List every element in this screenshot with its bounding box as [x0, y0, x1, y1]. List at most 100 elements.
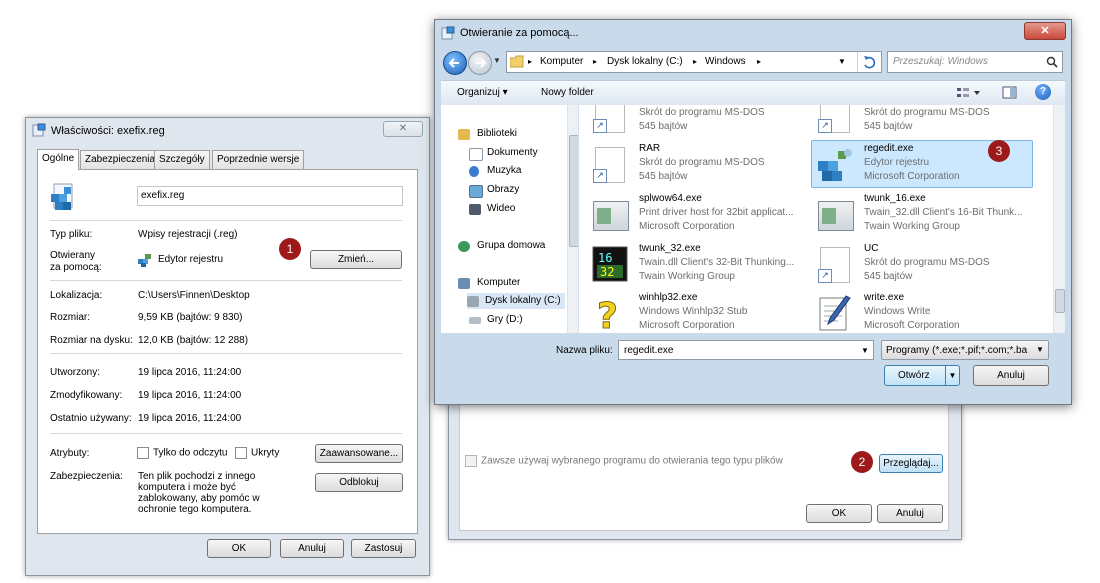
- recent-dropdown-icon[interactable]: ▼: [493, 56, 501, 65]
- readonly-checkbox[interactable]: Tylko do odczytu: [137, 447, 227, 459]
- properties-close-button[interactable]: ✕: [383, 121, 423, 137]
- tab-previous-versions[interactable]: Poprzednie wersje: [212, 150, 305, 169]
- filename-dropdown-icon[interactable]: ▼: [861, 346, 869, 355]
- opens-with-value: Edytor rejestru: [158, 254, 224, 265]
- advanced-button[interactable]: Zaawansowane...: [315, 444, 403, 463]
- nav-documents[interactable]: Dokumenty: [469, 145, 538, 161]
- file-detail: 545 bajtów: [639, 171, 688, 182]
- filetype-select[interactable]: Programy (*.exe;*.pif;*.com;*.ba ▼: [881, 340, 1049, 360]
- file-item-rar[interactable]: ↗ RAR Skrót do programu MS-DOS 545 bajtó…: [591, 141, 811, 187]
- tab-details[interactable]: Szczegóły: [154, 150, 210, 169]
- nav-libraries[interactable]: Biblioteki: [458, 126, 517, 142]
- file-name-field[interactable]: exefix.reg: [137, 186, 403, 206]
- location-value: C:\Users\Finnen\Desktop: [138, 290, 250, 301]
- help-icon[interactable]: ?: [1035, 84, 1051, 100]
- open-with-cancel-button[interactable]: Anuluj: [877, 504, 943, 523]
- breadcrumb-windows[interactable]: Windows: [705, 56, 746, 67]
- browse-button[interactable]: Przeglądaj...: [879, 454, 943, 473]
- open-dialog-close-button[interactable]: ✕: [1024, 22, 1066, 40]
- nav-scrollbar[interactable]: [567, 105, 578, 333]
- back-button[interactable]: [443, 51, 467, 75]
- file-description: Skrót do programu MS-DOS: [864, 107, 990, 118]
- address-bar[interactable]: ▸ Komputer ▸ Dysk lokalny (C:) ▸ Windows…: [506, 51, 882, 73]
- breadcrumb-computer[interactable]: Komputer: [540, 56, 583, 67]
- hidden-label: Ukryty: [251, 447, 280, 459]
- nav-homegroup[interactable]: Grupa domowa: [458, 238, 545, 254]
- file-item-uc[interactable]: ↗ UC Skrót do programu MS-DOS 545 bajtów: [816, 241, 1036, 287]
- properties-cancel-button[interactable]: Anuluj: [280, 539, 344, 558]
- file-description: Skrót do programu MS-DOS: [864, 257, 990, 268]
- unblock-button[interactable]: Odblokuj: [315, 473, 403, 492]
- tab-general[interactable]: Ogólne: [37, 149, 80, 170]
- pictures-icon: [469, 185, 483, 198]
- nav-computer-label: Komputer: [477, 277, 521, 288]
- properties-dialog: Właściwości: exefix.reg ✕ Ogólne Zabezpi…: [25, 117, 430, 576]
- open-button-label[interactable]: Otwórz: [898, 370, 930, 381]
- hidden-checkbox[interactable]: Ukryty: [235, 447, 279, 459]
- security-text-1: Ten plik pochodzi z innego: [138, 471, 256, 482]
- properties-ok-button[interactable]: OK: [207, 539, 271, 558]
- nav-scrollbar-thumb[interactable]: [569, 135, 578, 247]
- breadcrumb-local-disk[interactable]: Dysk lokalny (C:): [607, 56, 683, 67]
- security-label: Zabezpieczenia:: [50, 471, 123, 482]
- file-item[interactable]: ↗ Skrót do programu MS-DOS 545 bajtów: [816, 105, 1036, 137]
- application-icon: [816, 195, 854, 233]
- search-box[interactable]: Przeszukaj: Windows: [887, 51, 1063, 73]
- new-folder-button[interactable]: Nowy folder: [541, 87, 594, 98]
- tab-security[interactable]: Zabezpieczenia: [80, 150, 161, 169]
- open-with-ok-button[interactable]: OK: [806, 504, 872, 523]
- nav-games-drive[interactable]: Gry (D:): [469, 312, 523, 328]
- file-description: Print driver host for 32bit applicat...: [639, 207, 794, 218]
- nav-music[interactable]: Muzyka: [469, 163, 521, 179]
- step-badge-3: 3: [988, 140, 1010, 162]
- filename-input[interactable]: regedit.exe ▼: [618, 340, 874, 360]
- file-item-twunk32[interactable]: 16 32 twunk_32.exe Twain.dll Client's 32-…: [591, 241, 811, 287]
- preview-pane-icon[interactable]: [1002, 85, 1018, 101]
- nav-pictures[interactable]: Obrazy: [469, 182, 519, 198]
- nav-videos-label: Wideo: [487, 203, 516, 214]
- forward-button[interactable]: [468, 51, 492, 75]
- location-label: Lokalizacja:: [50, 290, 103, 301]
- view-options-icon[interactable]: [955, 85, 983, 101]
- file-item-twunk16[interactable]: twunk_16.exe Twain_32.dll Client's 16-Bi…: [816, 191, 1036, 237]
- file-item-winhlp32[interactable]: ? winhlp32.exe Windows Winhlp32 Stub Mic…: [591, 290, 811, 333]
- music-icon: [469, 166, 479, 177]
- file-name: regedit.exe: [864, 143, 914, 154]
- nav-videos[interactable]: Wideo: [469, 201, 515, 217]
- open-split-button[interactable]: Otwórz ▼: [884, 365, 960, 386]
- filetype-dropdown-icon[interactable]: ▼: [1032, 341, 1048, 359]
- change-button[interactable]: Zmień...: [310, 250, 402, 269]
- open-options-dropdown-icon[interactable]: ▼: [945, 366, 959, 385]
- file-item[interactable]: ↗ Skrót do programu MS-DOS 545 bajtów: [591, 105, 811, 137]
- always-use-checkbox[interactable]: Zawsze używaj wybranego programu do otwi…: [465, 455, 783, 467]
- search-placeholder: Przeszukaj: Windows: [893, 56, 988, 67]
- file-item-splwow64[interactable]: splwow64.exe Print driver host for 32bit…: [591, 191, 811, 237]
- search-icon: [1046, 56, 1058, 68]
- security-text-3: zablokowany, aby pomóc w: [138, 493, 260, 504]
- breadcrumb-separator: ▸: [757, 57, 762, 66]
- nav-local-disk[interactable]: Dysk lokalny (C:): [467, 293, 565, 309]
- application-icon: [591, 195, 629, 233]
- security-text-4: ochronie tego komputera.: [138, 504, 252, 515]
- file-detail: Microsoft Corporation: [864, 320, 960, 331]
- file-name: write.exe: [864, 292, 905, 303]
- documents-icon: [469, 148, 483, 161]
- file-list-scrollbar-thumb[interactable]: [1055, 289, 1065, 313]
- nav-homegroup-label: Grupa domowa: [477, 240, 546, 251]
- file-list-scrollbar[interactable]: [1053, 105, 1065, 333]
- svg-text:16: 16: [598, 251, 612, 265]
- refresh-button[interactable]: [857, 52, 882, 72]
- drive-icon: [469, 317, 481, 324]
- properties-apply-button[interactable]: Zastosuj: [351, 539, 416, 558]
- size-label: Rozmiar:: [50, 312, 91, 323]
- checkbox-box: [235, 447, 247, 459]
- open-dialog-cancel-button[interactable]: Anuluj: [973, 365, 1049, 386]
- file-item-write[interactable]: write.exe Windows Write Microsoft Corpor…: [816, 290, 1036, 333]
- nav-libraries-label: Biblioteki: [477, 128, 518, 139]
- nav-computer[interactable]: Komputer: [458, 275, 520, 291]
- organize-menu[interactable]: Organizuj ▾: [457, 87, 508, 98]
- general-tab-panel: exefix.reg Typ pliku: Wpisy rejestracji …: [37, 169, 418, 534]
- file-detail: 545 bajtów: [639, 121, 688, 132]
- address-dropdown-icon[interactable]: ▼: [838, 57, 846, 66]
- step-badge-1: 1: [279, 238, 301, 260]
